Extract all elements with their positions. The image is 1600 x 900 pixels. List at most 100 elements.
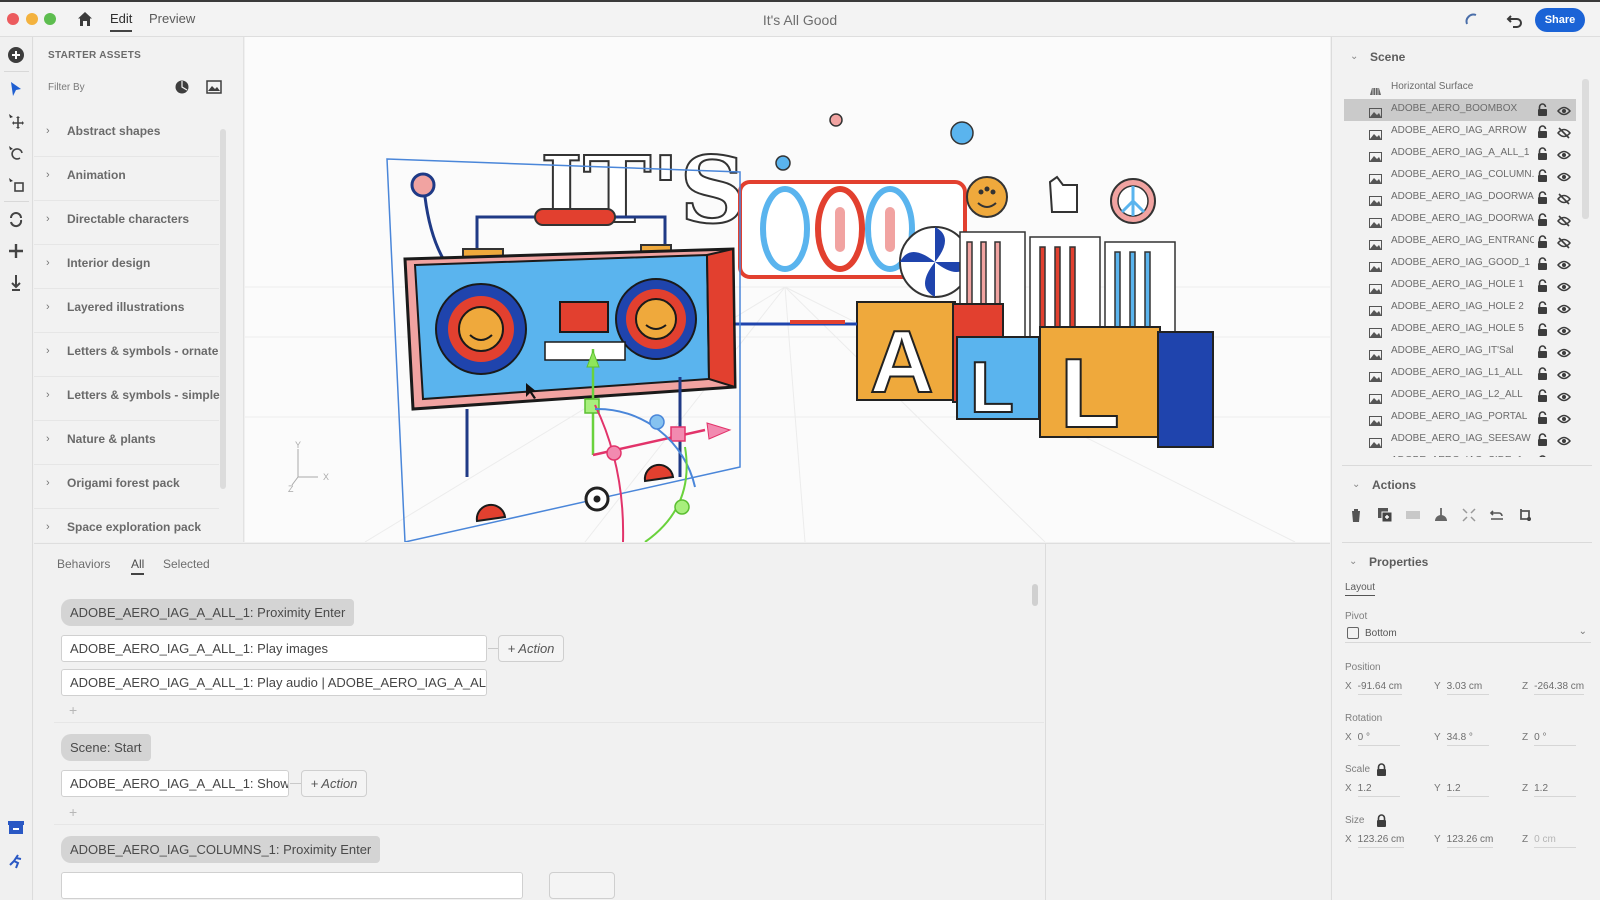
its-letters[interactable]: IT'S <box>539 135 747 245</box>
unlock-icon[interactable] <box>1537 301 1548 314</box>
scene-viewport[interactable]: Y X Z IT'S A L L <box>245 37 1330 542</box>
asset-category-item[interactable]: › Letters & symbols - ornate <box>34 333 219 377</box>
scene-item[interactable]: ADOBE_AERO_IAG_ARROW <box>1344 121 1576 143</box>
assets-scrollbar[interactable] <box>220 129 226 489</box>
eye-icon[interactable] <box>1557 258 1571 270</box>
add-action-button[interactable]: + Action <box>301 770 367 797</box>
unlock-icon[interactable] <box>1537 103 1548 116</box>
scale-x-field[interactable]: X 1.2 <box>1345 783 1400 797</box>
unlock-icon[interactable] <box>1537 235 1548 248</box>
scene-item[interactable]: ADOBE_AERO_IAG_ENTRANCE <box>1344 231 1576 253</box>
replace-icon[interactable] <box>1517 507 1533 523</box>
scale-z-field[interactable]: Z 1.2 <box>1522 783 1577 797</box>
drop-to-surface-icon[interactable] <box>1433 507 1449 523</box>
archive-icon[interactable] <box>6 817 26 837</box>
scene-item[interactable]: ADOBE_AERO_BOOMBOX <box>1344 99 1576 121</box>
scene-item[interactable]: ADOBE_AERO_IAG_SIDE_1 <box>1344 451 1576 457</box>
fit-icon[interactable] <box>1461 507 1477 523</box>
rotation-y-field[interactable]: Y 34.8 ° <box>1434 732 1489 746</box>
add-action-button[interactable]: + Action <box>498 635 564 662</box>
properties-section-title[interactable]: Properties <box>1369 555 1428 569</box>
action-card[interactable]: ADOBE_AERO_IAG_A_ALL_1: Play audio | ADO… <box>61 669 487 696</box>
eye-off-icon[interactable] <box>1557 192 1571 205</box>
unlock-icon[interactable] <box>1537 455 1548 457</box>
peace-sticker[interactable] <box>1110 178 1156 224</box>
add-trigger-action-button[interactable]: + <box>69 804 77 820</box>
scene-item[interactable]: ADOBE_AERO_IAG_DOORWA... <box>1344 209 1576 231</box>
eye-icon[interactable] <box>1557 280 1571 292</box>
rotation-x-field[interactable]: X0 ° <box>1345 732 1400 746</box>
behaviors-runner-icon[interactable] <box>6 851 26 871</box>
eye-icon[interactable] <box>1557 148 1571 160</box>
tab-layout[interactable]: Layout <box>1345 582 1376 596</box>
drop-to-ground-icon[interactable] <box>6 273 26 293</box>
smiley-sticker[interactable] <box>966 176 1008 218</box>
asset-category-item[interactable]: › Abstract shapes <box>34 113 219 157</box>
select-icon[interactable] <box>6 79 26 99</box>
asset-category-item[interactable]: › Origami forest pack <box>34 465 219 509</box>
tab-all[interactable]: All <box>131 557 145 575</box>
asset-category-item[interactable]: › Nature & plants <box>34 421 219 465</box>
eye-off-icon[interactable] <box>1557 214 1571 227</box>
scene-item[interactable]: ADOBE_AERO_IAG_GOOD_1 <box>1344 253 1576 275</box>
unlock-icon[interactable] <box>1537 169 1548 182</box>
close-window-button[interactable] <box>7 13 19 25</box>
rotate-icon[interactable] <box>6 143 26 163</box>
scale-y-field[interactable]: Y 1.2 <box>1434 783 1489 797</box>
unlock-icon[interactable] <box>1537 367 1548 380</box>
unlock-icon[interactable] <box>1537 323 1548 336</box>
eye-icon[interactable] <box>1557 302 1571 314</box>
chevron-down-icon[interactable]: ⌄ <box>1352 479 1360 490</box>
unlock-icon[interactable] <box>1537 279 1548 292</box>
unlock-icon[interactable] <box>1537 411 1548 424</box>
scene-item[interactable]: ADOBE_AERO_IAG_COLUMN... <box>1344 165 1576 187</box>
scale-lock-icon[interactable] <box>1376 763 1387 776</box>
filter-3d-icon[interactable] <box>174 79 190 95</box>
asset-category-item[interactable]: › Interior design <box>34 245 219 289</box>
group-icon[interactable] <box>1405 507 1421 523</box>
filter-image-icon[interactable] <box>206 79 222 95</box>
zoom-window-button[interactable] <box>44 13 56 25</box>
scale-icon[interactable] <box>6 175 26 195</box>
asset-category-item[interactable]: › Space exploration pack <box>34 509 219 542</box>
asset-category-item[interactable]: › Layered illustrations <box>34 289 219 333</box>
delete-icon[interactable] <box>1348 507 1364 523</box>
scene-item[interactable]: ADOBE_AERO_IAG_HOLE 2 <box>1344 297 1576 319</box>
eye-icon[interactable] <box>1557 104 1571 116</box>
minimize-window-button[interactable] <box>26 13 38 25</box>
scene-item[interactable]: ADOBE_AERO_IAG_IT'Sal <box>1344 341 1576 363</box>
scene-item[interactable]: ADOBE_AERO_IAG_HOLE 1 <box>1344 275 1576 297</box>
eye-icon[interactable] <box>1557 412 1571 424</box>
position-icon[interactable] <box>6 241 26 261</box>
duplicate-icon[interactable] <box>1377 507 1393 523</box>
pivot-select[interactable]: Bottom ⌄ <box>1345 625 1591 643</box>
size-z-field[interactable]: Z0 cm <box>1522 834 1577 848</box>
eye-icon[interactable] <box>1557 434 1571 446</box>
position-y-field[interactable]: Y 3.03 cm <box>1434 681 1489 695</box>
unlock-icon[interactable] <box>1537 147 1548 160</box>
action-card[interactable] <box>61 872 523 899</box>
rotation-z-field[interactable]: Z0 ° <box>1522 732 1577 746</box>
actions-section-title[interactable]: Actions <box>1372 478 1416 492</box>
eye-icon[interactable] <box>1557 324 1571 336</box>
unlock-icon[interactable] <box>1537 125 1548 138</box>
unlock-icon[interactable] <box>1537 191 1548 204</box>
share-button[interactable]: Share <box>1535 8 1585 32</box>
size-lock-icon[interactable] <box>1376 814 1387 827</box>
undo-icon[interactable] <box>1505 10 1525 30</box>
scene-item[interactable]: ADOBE_AERO_IAG_PORTAL <box>1344 407 1576 429</box>
position-x-field[interactable]: X -91.64 cm <box>1345 681 1403 695</box>
action-card[interactable]: ADOBE_AERO_IAG_A_ALL_1: Play images <box>61 635 487 662</box>
chevron-down-icon[interactable]: ⌄ <box>1349 556 1357 567</box>
home-icon[interactable] <box>76 10 94 28</box>
eye-icon[interactable] <box>1557 390 1571 402</box>
add-trigger-action-button[interactable]: + <box>69 702 77 718</box>
scene-item[interactable]: ADOBE_AERO_IAG_SEESAW <box>1344 429 1576 451</box>
thumbs-up-sticker[interactable] <box>1048 175 1078 213</box>
unlock-icon[interactable] <box>1537 345 1548 358</box>
size-x-field[interactable]: X 123.26 cm <box>1345 834 1405 848</box>
scene-item[interactable]: ADOBE_AERO_IAG_HOLE 5 <box>1344 319 1576 341</box>
action-card[interactable]: ADOBE_AERO_IAG_A_ALL_1: Show <box>61 770 289 797</box>
position-z-field[interactable]: Z -264.38 cm <box>1522 681 1585 695</box>
asset-category-item[interactable]: › Directable characters <box>34 201 219 245</box>
